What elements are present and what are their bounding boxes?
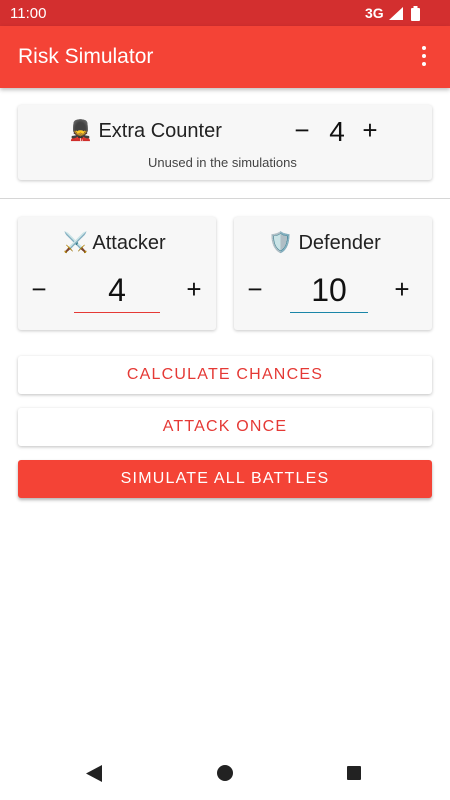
status-bar: 11:00 3G [0, 0, 450, 26]
defender-card: 🛡️ Defender − 10 + [234, 217, 432, 330]
defender-input-underline [290, 312, 368, 313]
defender-increment-button[interactable]: + [387, 274, 417, 304]
app-bar: Risk Simulator [0, 26, 450, 88]
attacker-label: Attacker [92, 232, 166, 254]
defender-value-input[interactable]: 10 [290, 272, 368, 309]
attacker-input-underline [74, 312, 160, 313]
attacker-decrement-button[interactable]: − [24, 274, 54, 304]
extra-counter-increment-button[interactable]: + [355, 115, 385, 145]
attacker-increment-button[interactable]: + [179, 274, 209, 304]
extra-counter-note: Unused in the simulations [148, 155, 297, 170]
back-icon[interactable] [86, 765, 102, 782]
attack-once-button[interactable]: ATTACK ONCE [18, 408, 432, 446]
divider [0, 198, 450, 199]
defender-heading: 🛡️ Defender [268, 230, 381, 255]
signal-icon [389, 7, 403, 20]
extra-counter-heading: 💂 Extra Counter [68, 118, 222, 143]
navigation-bar [0, 748, 450, 800]
app-title: Risk Simulator [18, 45, 154, 68]
status-time: 11:00 [10, 5, 47, 22]
attacker-card: ⚔️ Attacker − 4 + [18, 217, 216, 330]
extra-counter-card: 💂 Extra Counter − 4 + Unused in the simu… [18, 105, 432, 180]
recents-icon[interactable] [347, 766, 361, 780]
more-vert-icon[interactable] [413, 43, 437, 71]
attacker-heading: ⚔️ Attacker [63, 230, 166, 255]
home-icon[interactable] [217, 765, 233, 781]
battery-icon [411, 6, 420, 21]
attacker-value-input[interactable]: 4 [74, 272, 160, 309]
simulate-all-battles-button[interactable]: SIMULATE ALL BATTLES [18, 460, 432, 498]
network-type: 3G [365, 5, 384, 21]
guard-icon: 💂 [68, 120, 93, 142]
shield-icon: 🛡️ [268, 232, 293, 254]
crossed-swords-icon: ⚔️ [63, 232, 88, 254]
defender-label: Defender [298, 232, 381, 254]
defender-decrement-button[interactable]: − [240, 274, 270, 304]
extra-counter-label: Extra Counter [98, 120, 222, 142]
calculate-chances-button[interactable]: CALCULATE CHANCES [18, 356, 432, 394]
extra-counter-value: 4 [329, 116, 345, 147]
extra-counter-decrement-button[interactable]: − [287, 115, 317, 145]
